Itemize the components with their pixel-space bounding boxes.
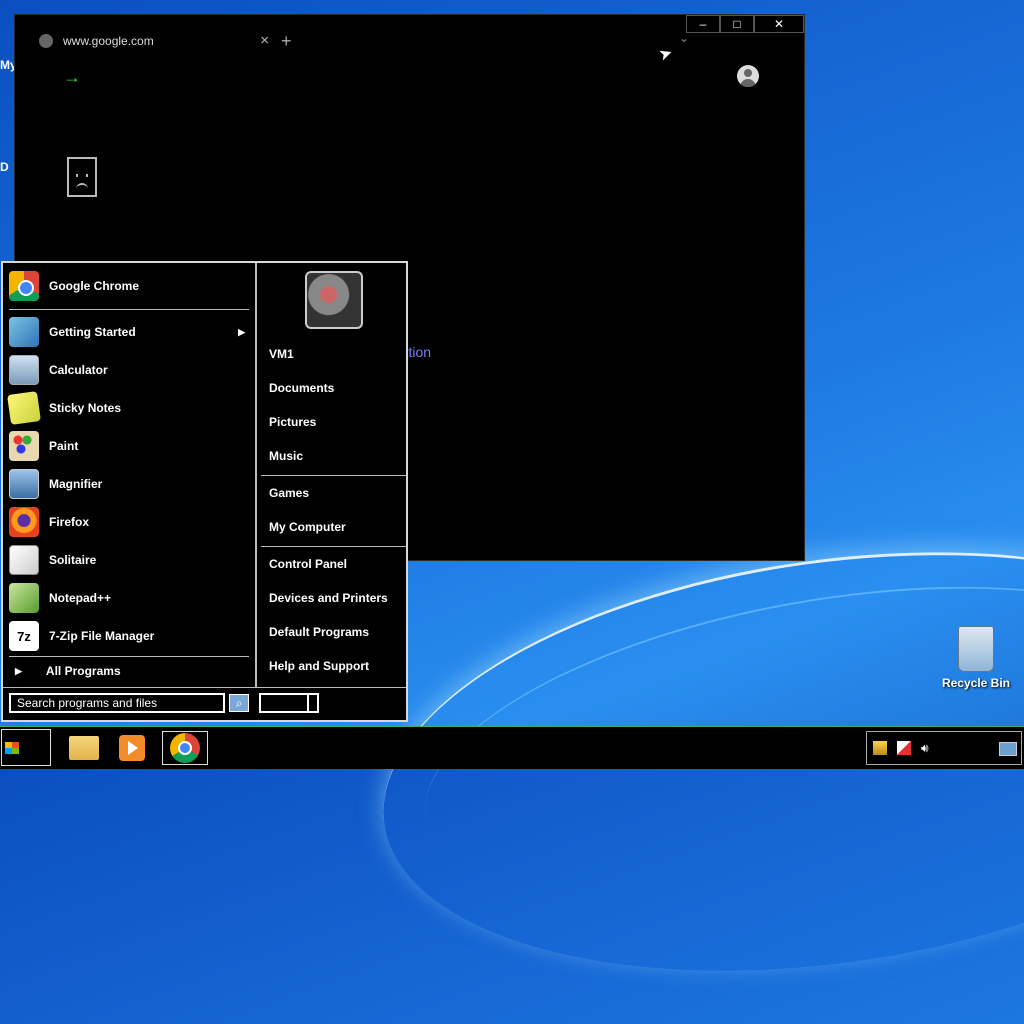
start-menu: Google Chrome Getting Started ▶ Calculat… (1, 261, 408, 722)
paint-icon (9, 431, 39, 461)
recycle-bin-label: Recycle Bin (941, 676, 1011, 690)
start-item-google-chrome[interactable]: Google Chrome (9, 269, 249, 303)
calculator-icon (9, 355, 39, 385)
all-programs-button[interactable]: ▶ All Programs (9, 661, 249, 681)
media-player-icon (119, 735, 145, 761)
start-menu-places-pane: VM1 Documents Pictures Music Games My Co… (255, 263, 409, 688)
start-link-games[interactable]: Games (269, 486, 309, 500)
start-item-paint[interactable]: Paint (9, 429, 249, 463)
tab-title: www.google.com (63, 34, 154, 48)
new-tab-button[interactable]: + (281, 31, 292, 52)
start-link-devices-printers[interactable]: Devices and Printers (269, 591, 388, 605)
start-item-firefox[interactable]: Firefox (9, 505, 249, 539)
start-link-documents[interactable]: Documents (269, 381, 334, 395)
start-item-label: Calculator (49, 363, 108, 377)
browser-tab[interactable]: www.google.com × (29, 27, 269, 55)
go-arrow-icon[interactable]: → (63, 67, 81, 88)
start-item-label: Solitaire (49, 553, 97, 567)
recycle-bin-icon (958, 626, 994, 672)
solitaire-icon (9, 545, 39, 575)
minimize-button[interactable]: – (686, 15, 720, 33)
shutdown-options-button[interactable] (307, 693, 319, 713)
start-menu-divider (9, 309, 249, 310)
action-center-flag-icon[interactable] (897, 741, 911, 755)
window-controls: – □ ✕ (686, 15, 804, 35)
start-item-solitaire[interactable]: Solitaire (9, 543, 249, 577)
start-item-getting-started[interactable]: Getting Started ▶ (9, 315, 249, 349)
start-item-magnifier[interactable]: Magnifier (9, 467, 249, 501)
start-item-label: Paint (49, 439, 79, 453)
start-item-label: Sticky Notes (49, 401, 122, 415)
search-icon[interactable]: ⌕ (229, 694, 249, 712)
magnifier-icon (9, 469, 39, 499)
windows-logo-icon (5, 741, 19, 754)
taskbar: 🔊︎ (0, 726, 1024, 769)
start-menu-programs-pane: Google Chrome Getting Started ▶ Calculat… (3, 263, 255, 688)
all-programs-label: All Programs (45, 664, 121, 678)
start-link-help-support[interactable]: Help and Support (269, 659, 369, 673)
start-item-label: Notepad++ (49, 591, 112, 605)
taskbar-app-media-player[interactable] (114, 731, 150, 765)
taskbar-app-explorer[interactable] (66, 731, 102, 765)
start-item-notepadpp[interactable]: Notepad++ (9, 581, 249, 615)
start-link-control-panel[interactable]: Control Panel (269, 557, 347, 571)
start-menu-divider (261, 475, 407, 476)
sad-page-error-icon (67, 157, 97, 197)
user-account-picture[interactable] (305, 271, 363, 329)
sticky-notes-icon (7, 391, 41, 425)
notepadpp-icon (9, 583, 39, 613)
maximize-button[interactable]: □ (720, 15, 754, 33)
start-item-7zip[interactable]: 7z 7-Zip File Manager (9, 619, 249, 653)
system-tray: 🔊︎ (866, 731, 1022, 765)
folder-icon (69, 736, 99, 760)
getting-started-icon (9, 317, 39, 347)
start-search-input[interactable]: Search programs and files (9, 693, 225, 713)
close-window-button[interactable]: ✕ (754, 15, 804, 33)
desktop-icon-label-partial[interactable]: D (0, 160, 9, 174)
start-button[interactable] (1, 729, 51, 766)
account-avatar-icon[interactable] (737, 65, 759, 87)
start-item-calculator[interactable]: Calculator (9, 353, 249, 387)
start-item-label: Getting Started (49, 325, 136, 339)
submenu-arrow-icon: ▶ (238, 326, 245, 337)
tab-search-dropdown[interactable]: ⌄ (679, 31, 689, 45)
firefox-icon (9, 507, 39, 537)
start-item-label: Magnifier (49, 477, 103, 491)
start-item-label: 7-Zip File Manager (49, 629, 155, 643)
taskbar-app-chrome[interactable] (162, 731, 208, 765)
globe-icon (39, 34, 53, 48)
start-link-music[interactable]: Music (269, 449, 303, 463)
start-link-default-programs[interactable]: Default Programs (269, 625, 369, 639)
search-placeholder: Search programs and files (17, 696, 158, 710)
show-desktop-button[interactable] (999, 742, 1017, 756)
shutdown-button[interactable] (259, 693, 309, 713)
expand-arrow-icon: ▶ (15, 665, 22, 676)
7zip-icon: 7z (9, 621, 39, 651)
chrome-icon (9, 271, 39, 301)
chrome-icon (170, 733, 200, 763)
network-icon[interactable] (873, 741, 887, 755)
close-tab-icon[interactable]: × (260, 32, 269, 49)
start-menu-divider (9, 656, 249, 657)
start-menu-divider (261, 546, 407, 547)
volume-icon[interactable]: 🔊︎ (921, 741, 935, 755)
start-item-label: Google Chrome (49, 279, 140, 293)
start-link-user[interactable]: VM1 (269, 347, 294, 361)
start-link-pictures[interactable]: Pictures (269, 415, 316, 429)
recycle-bin[interactable]: Recycle Bin (936, 626, 1016, 690)
start-item-label: Firefox (49, 515, 90, 529)
start-menu-bottom-divider (3, 687, 406, 688)
start-item-sticky-notes[interactable]: Sticky Notes (7, 391, 249, 425)
start-link-my-computer[interactable]: My Computer (269, 520, 346, 534)
